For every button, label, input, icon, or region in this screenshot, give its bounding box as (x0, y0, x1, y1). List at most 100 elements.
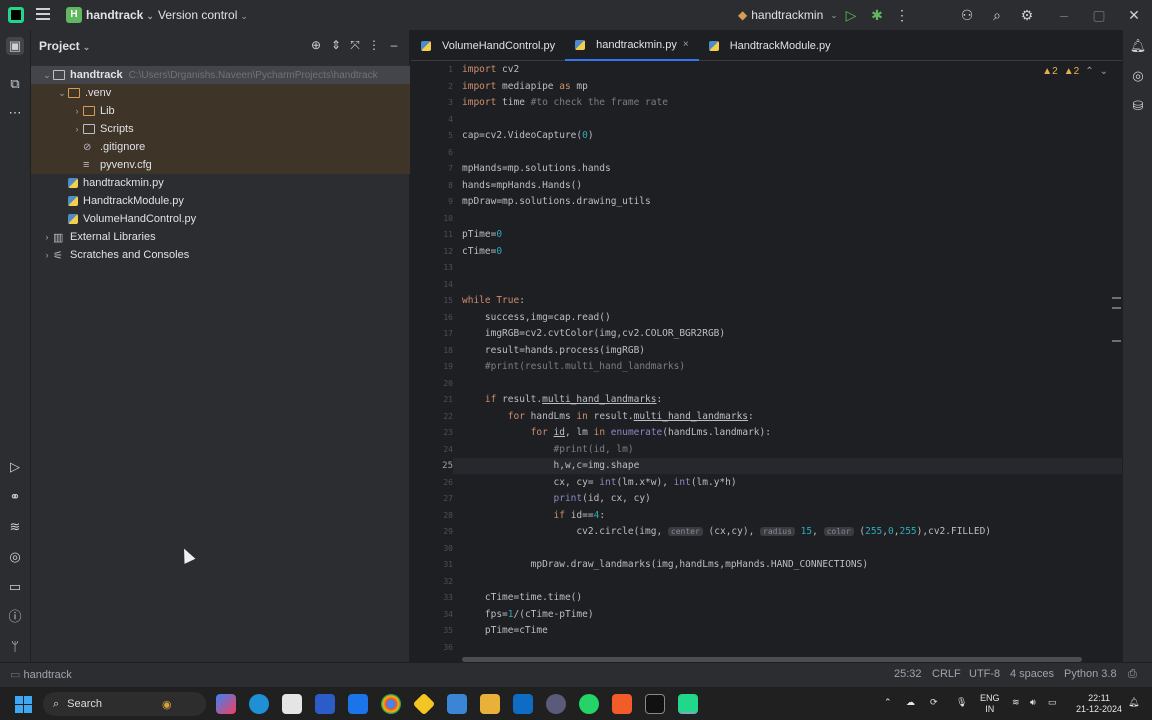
code-line[interactable]: #print(id, lm) (462, 442, 634, 458)
code-line[interactable]: import mediapipe as mp (462, 79, 588, 95)
python-interpreter[interactable]: Python 3.8 (1064, 668, 1117, 680)
code-line[interactable]: print(id, cx, cy) (462, 491, 651, 507)
chevron-up-icon[interactable]: ⌃ (884, 697, 892, 708)
tree-item[interactable]: ⊘ .gitignore (31, 138, 410, 156)
battery-icon[interactable]: ▭ (1048, 697, 1057, 708)
more-tools-icon[interactable]: ⋯ (6, 104, 24, 122)
tree-item[interactable]: VolumeHandControl.py (31, 210, 410, 228)
code-line[interactable]: if result.multi_hand_landmarks: (462, 392, 662, 408)
expand-chevron-icon[interactable]: › (41, 232, 53, 242)
expand-chevron-icon[interactable]: ⌄ (41, 70, 53, 81)
locate-file-icon[interactable]: ⊕ (309, 38, 323, 52)
layers-icon[interactable]: ≋ (6, 518, 24, 536)
expand-all-icon[interactable]: ⇕ (329, 38, 343, 52)
edge-icon[interactable] (249, 694, 269, 714)
code-line[interactable]: imgRGB=cv2.cvtColor(img,cv2.COLOR_BGR2RG… (462, 326, 725, 342)
expand-chevron-icon[interactable]: › (71, 106, 83, 116)
code-line[interactable]: while True: (462, 293, 525, 309)
language-indicator[interactable]: ENG IN (980, 693, 1000, 715)
code-editor[interactable]: import cv2 import mediapipe as mp import t… (462, 62, 1112, 662)
pycharm-taskbar-icon[interactable] (678, 694, 698, 714)
code-line[interactable]: cv2.circle(img, center (cx,cy), radius 1… (462, 524, 991, 540)
tree-item[interactable]: ⌄ .venv (31, 84, 410, 102)
main-menu-icon[interactable] (36, 8, 50, 20)
microphone-icon[interactable]: 🎙︎ (956, 697, 967, 708)
expand-chevron-icon[interactable]: › (71, 124, 83, 134)
tree-item[interactable]: › ⚟ Scratches and Consoles (31, 246, 410, 264)
code-line[interactable]: h,w,c=img.shape (462, 458, 640, 474)
more-actions-icon[interactable]: ⋮ (893, 6, 911, 24)
close-icon[interactable]: ✕ (1125, 6, 1143, 24)
windows-start-icon[interactable] (15, 696, 32, 713)
code-line[interactable]: import time #to check the frame rate (462, 95, 668, 111)
settings-gear-icon[interactable]: ⚙ (1018, 6, 1036, 24)
code-line[interactable]: if id==4: (462, 508, 606, 524)
tab-volumehandcontrol[interactable]: VolumeHandControl.py (411, 30, 565, 61)
run-config-selector[interactable]: ◆ handtrackmin ⌄ (738, 8, 838, 22)
code-line[interactable]: for id, lm in enumerate(handLms.landmark… (462, 425, 771, 441)
code-line[interactable]: cap=cv2.VideoCapture(0) (462, 128, 594, 144)
ai-assistant-icon[interactable]: ◎ (1129, 67, 1147, 85)
file-explorer-icon[interactable] (480, 694, 500, 714)
code-line[interactable]: mpHands=mp.solutions.hands (462, 161, 611, 177)
terminal-app-icon[interactable] (645, 694, 665, 714)
code-line[interactable]: for handLms in result.multi_hand_landmar… (462, 409, 754, 425)
code-line[interactable]: hands=mpHands.Hands() (462, 178, 582, 194)
version-control-menu[interactable]: Version control ⌄ (158, 8, 248, 22)
run-icon[interactable]: ▷ (842, 6, 860, 24)
code-line[interactable]: mpDraw=mp.solutions.drawing_utils (462, 194, 651, 210)
debug-icon[interactable]: ✱ (868, 6, 886, 24)
code-line[interactable]: pTime=cTime (462, 623, 548, 639)
code-line[interactable]: result=hands.process(imgRGB) (462, 343, 645, 359)
brave-icon[interactable] (612, 694, 632, 714)
tree-item[interactable]: ≡ pyvenv.cfg (31, 156, 410, 174)
vscode-icon[interactable] (513, 694, 533, 714)
expand-chevron-icon[interactable]: ⌄ (56, 88, 68, 99)
add-user-icon[interactable]: ⚇ (958, 6, 976, 24)
store-icon[interactable] (282, 694, 302, 714)
code-line[interactable]: fps=1/(cTime-pTime) (462, 607, 594, 623)
wifi-icon[interactable]: ≋ (1012, 697, 1020, 708)
copilot-icon[interactable] (216, 694, 236, 714)
caret-position[interactable]: 25:32 (894, 668, 922, 680)
line-separator[interactable]: CRLF (932, 668, 961, 680)
tree-item[interactable]: ⌄ handtrack C:\Users\Drganishs.Naveen\Pych… (31, 66, 410, 84)
services-icon[interactable]: ◎ (6, 548, 24, 566)
run-tool-icon[interactable]: ▷ (6, 458, 24, 476)
tab-handtrackmin[interactable]: handtrackmin.py × (565, 30, 699, 61)
close-tab-icon[interactable]: × (683, 39, 689, 50)
dropbox-icon[interactable] (348, 694, 368, 714)
cloud-app-icon[interactable] (447, 694, 467, 714)
sync-icon[interactable]: ⟳ (930, 697, 938, 708)
code-line[interactable]: cTime=time.time() (462, 590, 582, 606)
teams-icon[interactable] (315, 694, 335, 714)
minimize-icon[interactable]: – (1055, 6, 1073, 24)
clock[interactable]: 22:11 21-12-2024 (1076, 693, 1122, 715)
tree-item[interactable]: › Lib (31, 102, 410, 120)
terminal-icon[interactable]: ▭ (6, 578, 24, 596)
structure-tool-icon[interactable]: ⧉ (6, 75, 24, 93)
collapse-all-icon[interactable]: ⤧ (348, 38, 362, 52)
project-panel-title[interactable]: Project ⌄ (39, 39, 90, 53)
search-icon[interactable]: ⌕ (988, 6, 1006, 24)
lock-icon[interactable]: ⎙ (1128, 668, 1137, 681)
notifications-icon[interactable]: 🔔︎ (1129, 37, 1147, 55)
app-icon[interactable] (546, 694, 566, 714)
taskbar-search[interactable]: ⌕ Search ◉ (43, 692, 206, 716)
tree-item[interactable]: › ▥ External Libraries (31, 228, 410, 246)
problems-icon[interactable]: ⓘ (6, 608, 24, 626)
git-app-icon[interactable] (412, 692, 436, 716)
hide-panel-icon[interactable]: – (387, 38, 401, 52)
code-line[interactable]: success,img=cap.read() (462, 310, 611, 326)
code-line[interactable]: mpDraw.draw_landmarks(img,handLms,mpHand… (462, 557, 868, 573)
project-tool-icon[interactable]: ▣ (6, 37, 24, 55)
indent-setting[interactable]: 4 spaces (1010, 668, 1054, 680)
code-line[interactable]: pTime=0 (462, 227, 502, 243)
file-encoding[interactable]: UTF-8 (969, 668, 1000, 680)
tree-item[interactable]: HandtrackModule.py (31, 192, 410, 210)
tree-item[interactable]: handtrackmin.py (31, 174, 410, 192)
onedrive-icon[interactable]: ☁ (906, 697, 915, 708)
tab-handtrackmodule[interactable]: HandtrackModule.py (699, 30, 841, 61)
notifications-icon[interactable]: 🔔︎ (1128, 697, 1139, 708)
project-switcher[interactable]: handtrack ⌄ (86, 8, 154, 22)
